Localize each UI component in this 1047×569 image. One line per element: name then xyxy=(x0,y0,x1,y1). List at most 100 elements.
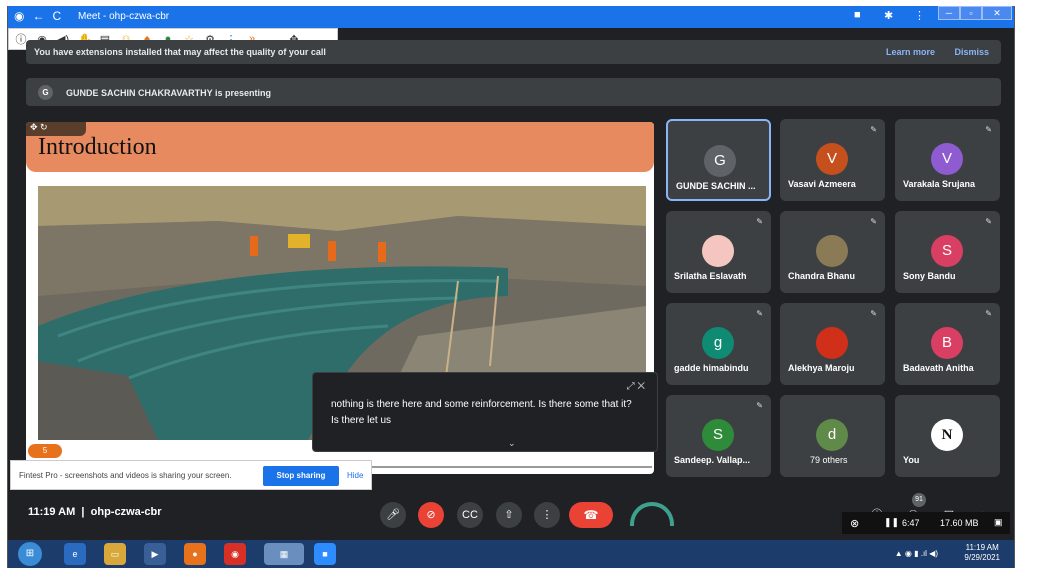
participant-name: Sony Bandu xyxy=(903,271,956,281)
mic-muted-icon: ✎ xyxy=(870,125,877,134)
zoom-icon[interactable]: ■ xyxy=(314,543,336,565)
chevron-down-icon[interactable]: ⌄ xyxy=(508,435,516,451)
participant-avatar: G xyxy=(704,145,736,177)
share-notice-text: Fintest Pro - screenshots and videos is … xyxy=(19,471,232,480)
presenting-text: GUNDE SACHIN CHAKRAVARTHY is presenting xyxy=(66,88,272,98)
caption-text: nothing is there here and some reinforce… xyxy=(331,399,632,426)
participant-tile[interactable]: S Sony Bandu ✎ xyxy=(895,211,1000,293)
end-call-button[interactable]: ☎︎ xyxy=(569,502,613,528)
participant-avatar: V xyxy=(931,143,963,175)
participant-tile[interactable]: Chandra Bhanu ✎ xyxy=(780,211,885,293)
participant-name: You xyxy=(903,455,920,465)
maximize-button[interactable]: ▫ xyxy=(960,6,982,20)
slide-move-control[interactable]: ✥ ↻ xyxy=(26,122,86,136)
camera-icon[interactable]: ■ xyxy=(854,9,861,21)
mic-muted-icon: ✎ xyxy=(870,217,877,226)
present-button[interactable]: ⇧ xyxy=(496,502,522,528)
clock-time: 11:19 AM xyxy=(965,543,999,552)
participant-avatar: V xyxy=(816,143,848,175)
recorder-size: 17.60 MB xyxy=(940,518,979,528)
more-options-button[interactable]: ⋮ xyxy=(534,502,560,528)
participant-avatar xyxy=(816,327,848,359)
caption-close-icon[interactable]: ⤢ ✕ xyxy=(627,379,645,395)
presenter-avatar: G xyxy=(38,85,53,100)
minimize-button[interactable]: ─ xyxy=(938,6,960,20)
participant-tile[interactable]: V Varakala Srujana ✎ xyxy=(895,119,1000,201)
mic-muted-icon: ✎ xyxy=(870,309,877,318)
recorder-close-icon[interactable]: ⊗ xyxy=(850,517,859,530)
system-tray-icons[interactable]: ▲ ◉ ▮ .ıl ◀) xyxy=(895,549,938,558)
participant-tile[interactable]: G GUNDE SACHIN ... xyxy=(666,119,771,201)
participant-name: Chandra Bhanu xyxy=(788,271,856,281)
camera-off-button[interactable]: ⊘ xyxy=(418,502,444,528)
participant-name: GUNDE SACHIN ... xyxy=(676,181,756,191)
participant-avatar xyxy=(816,235,848,267)
chrome-icon[interactable]: ◉ xyxy=(224,543,246,565)
participant-name: gadde himabindu xyxy=(674,363,749,373)
internet-explorer-icon[interactable]: e xyxy=(64,543,86,565)
hide-button[interactable]: Hide xyxy=(347,471,363,480)
mic-muted-icon: ✎ xyxy=(985,217,992,226)
slide-page-number: 5 xyxy=(28,444,62,458)
slide-header: Introduction xyxy=(26,122,654,172)
presenting-bar: G GUNDE SACHIN CHAKRAVARTHY is presentin… xyxy=(26,78,1001,106)
system-clock[interactable]: 11:19 AM 9/29/2021 xyxy=(964,543,1000,563)
tab-title[interactable]: Meet - ohp-czwa-cbr xyxy=(78,11,169,22)
mic-muted-icon: ✎ xyxy=(756,401,763,410)
file-explorer-icon[interactable]: ▭ xyxy=(104,543,126,565)
participant-avatar: S xyxy=(702,419,734,451)
mic-muted-icon: ✎ xyxy=(985,309,992,318)
captions-button[interactable]: CC xyxy=(457,502,483,528)
banner-message: You have extensions installed that may a… xyxy=(34,47,326,57)
mic-muted-icon: ✎ xyxy=(985,125,992,134)
windows-taskbar: ⊞ e ▭ ▶ ● ◉ ▦ ■ 11:19 AM 9/29/2021 ▲ ◉ ▮… xyxy=(8,540,1014,568)
meeting-time-code: 11:19 AM | ohp-czwa-cbr xyxy=(28,506,162,518)
stop-sharing-button[interactable]: Stop sharing xyxy=(263,466,339,486)
participant-name: Srilatha Eslavath xyxy=(674,271,747,281)
microphone-button[interactable]: 🎤︎ xyxy=(380,502,406,528)
participant-avatar: B xyxy=(931,327,963,359)
participant-tile[interactable]: S Sandeep. Vallap... ✎ xyxy=(666,395,771,477)
extension-icon[interactable]: ✱ xyxy=(884,9,893,22)
participant-name: 79 others xyxy=(810,455,848,465)
participant-tile[interactable]: N You xyxy=(895,395,1000,477)
pause-icon[interactable]: ❚❚ xyxy=(884,517,899,528)
participant-tile[interactable]: Alekhya Maroju ✎ xyxy=(780,303,885,385)
participant-avatar xyxy=(702,235,734,267)
participant-avatar: d xyxy=(816,419,848,451)
participant-avatar: g xyxy=(702,327,734,359)
people-count-badge: 91 xyxy=(912,493,926,507)
recorder-elapsed: 6:47 xyxy=(902,518,920,528)
audio-level-gauge xyxy=(630,502,674,526)
participant-avatar: N xyxy=(931,419,963,451)
browser-titlebar: ◉←C Meet - ohp-czwa-cbr ■ ✱ ⋮ ─ ▫ ✕ xyxy=(8,6,1014,28)
participant-name: Sandeep. Vallap... xyxy=(674,455,751,465)
participant-tile[interactable]: Srilatha Eslavath ✎ xyxy=(666,211,771,293)
slide-title: Introduction xyxy=(38,134,157,160)
browser-nav-icons[interactable]: ◉←C xyxy=(14,9,69,23)
participant-avatar: S xyxy=(931,235,963,267)
mic-muted-icon: ✎ xyxy=(756,217,763,226)
start-button[interactable]: ⊞ xyxy=(18,542,42,566)
save-icon[interactable]: ▣ xyxy=(994,517,1003,528)
clock-date: 9/29/2021 xyxy=(964,553,1000,562)
caption-box: ⤢ ✕ nothing is there here and some reinf… xyxy=(312,372,658,452)
menu-icon[interactable]: ⋮ xyxy=(914,9,925,22)
recorder-overlay: ⊗ ❚❚ 6:47 17.60 MB ▣ xyxy=(842,512,1010,534)
media-player-icon[interactable]: ▶ xyxy=(144,543,166,565)
firefox-icon[interactable]: ● xyxy=(184,543,206,565)
participant-name: Badavath Anitha xyxy=(903,363,974,373)
learn-more-link[interactable]: Learn more xyxy=(886,47,935,57)
participant-tile[interactable]: B Badavath Anitha ✎ xyxy=(895,303,1000,385)
participant-tile[interactable]: V Vasavi Azmeera ✎ xyxy=(780,119,885,201)
dismiss-button[interactable]: Dismiss xyxy=(954,47,989,57)
participant-tile[interactable]: g gadde himabindu ✎ xyxy=(666,303,771,385)
participant-tile[interactable]: d 79 others xyxy=(780,395,885,477)
participant-name: Alekhya Maroju xyxy=(788,363,855,373)
close-window-button[interactable]: ✕ xyxy=(982,6,1012,20)
meet-window: ◉←C Meet - ohp-czwa-cbr ■ ✱ ⋮ ─ ▫ ✕ ⓘ ◉ … xyxy=(8,6,1014,568)
photos-icon[interactable]: ▦ xyxy=(264,543,304,565)
participant-name: Vasavi Azmeera xyxy=(788,179,856,189)
extension-warning-banner: You have extensions installed that may a… xyxy=(26,40,1001,64)
mic-muted-icon: ✎ xyxy=(756,309,763,318)
